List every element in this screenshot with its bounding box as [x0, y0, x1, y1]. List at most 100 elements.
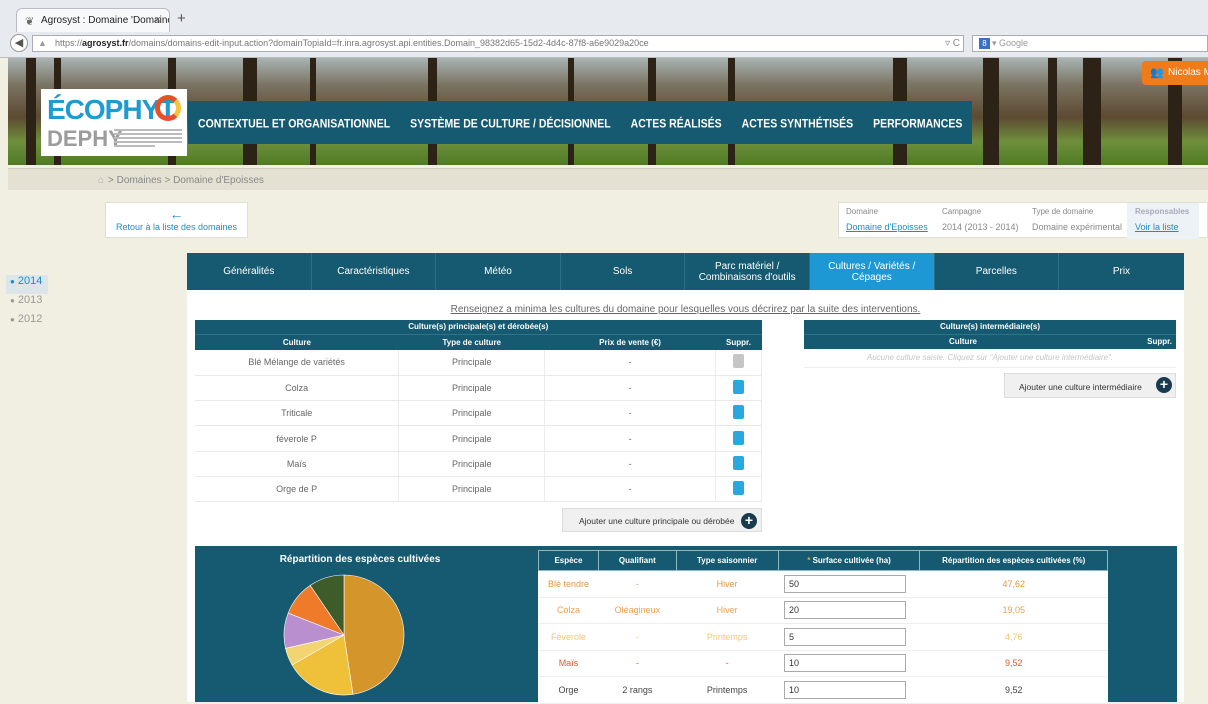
- nav-performances[interactable]: PERFORMANCES: [863, 98, 972, 147]
- trash-icon[interactable]: [733, 455, 744, 470]
- nav-contextuel[interactable]: CONTEXTUEL ET ORGANISATIONNEL: [188, 98, 400, 147]
- info-domaine: Domaine Domaine d'Epoisses: [846, 207, 928, 232]
- species-row: Maïs--9,52: [538, 650, 1108, 677]
- trash-icon[interactable]: [733, 481, 744, 496]
- year-2014[interactable]: ● 2014: [6, 275, 48, 294]
- intermediate-crops-table: Culture(s) intermédiaire(s) Culture Supp…: [804, 320, 1176, 368]
- surface-input[interactable]: [784, 601, 907, 620]
- back-to-list-label: Retour à la liste des domaines: [115, 222, 238, 232]
- crop-culture: Maïs: [195, 451, 400, 477]
- type-value: Domaine expérimental: [1032, 222, 1123, 232]
- back-to-list-button[interactable]: ← Retour à la liste des domaines: [105, 202, 248, 238]
- responsables-link[interactable]: Voir la liste: [1135, 222, 1199, 232]
- tab-close-icon[interactable]: ×: [155, 14, 161, 26]
- crop-row: Triticale Principale -: [195, 400, 762, 427]
- crop-prix: -: [544, 476, 716, 503]
- species-table: Espèce Qualifiant Type saisonnier * Surf…: [538, 550, 1108, 704]
- breadcrumb-bar: ⌂ > Domaines > Domaine d'Epoisses: [8, 168, 1208, 190]
- main-nav: CONTEXTUEL ET ORGANISATIONNEL SYSTÈME DE…: [188, 98, 973, 147]
- nav-actes-synthetises[interactable]: ACTES SYNTHÉTISÉS: [732, 98, 863, 147]
- search-placeholder: Google: [999, 38, 1029, 48]
- species-espece: Maïs: [538, 650, 599, 677]
- tab-parcelles[interactable]: Parcelles: [935, 253, 1060, 290]
- crop-type: Principale: [398, 425, 546, 452]
- trash-icon[interactable]: [733, 405, 744, 420]
- domain-info-panel: Domaine Domaine d'Epoisses Campagne 2014…: [838, 202, 1208, 239]
- domaine-label: Domaine: [846, 207, 879, 216]
- species-percent: 4,76: [919, 623, 1108, 651]
- crop-culture: Triticale: [195, 400, 400, 427]
- crop-delete-cell: [715, 375, 762, 402]
- crop-type: Principale: [398, 400, 546, 427]
- url-host: agrosyst.fr: [82, 38, 129, 48]
- logo-ring-icon: [155, 95, 181, 121]
- tab-cultures[interactable]: Cultures / Variétés / Cépages: [809, 253, 935, 290]
- navigation-bar: ◀ ▲ https://agrosyst.fr/domains/domains-…: [10, 34, 1208, 54]
- species-espece: Colza: [538, 597, 599, 624]
- tab-meteo[interactable]: Météo: [436, 253, 561, 290]
- tab-parc-materiel[interactable]: Parc matériel / Combinaisons d'outils: [685, 253, 810, 290]
- surface-input[interactable]: [784, 627, 907, 646]
- crop-prix: -: [544, 400, 716, 427]
- surface-input[interactable]: [784, 680, 907, 699]
- species-qualifiant: -: [598, 623, 677, 651]
- year-2012[interactable]: ● 2012: [10, 313, 48, 332]
- campaign-year-list: ● 2014 ● 2013 ● 2012: [6, 275, 48, 332]
- col-suppr: Suppr.: [715, 333, 762, 350]
- species-percent: 19,05: [919, 597, 1108, 624]
- main-crops-caption: Culture(s) principale(s) et dérobée(s): [195, 320, 762, 334]
- crop-row: féverole P Principale -: [195, 425, 762, 452]
- species-percent: 9,52: [919, 650, 1108, 677]
- info-type: Type de domaine Domaine expérimental: [1032, 207, 1122, 232]
- plus-circle-icon: +: [741, 513, 757, 529]
- tab-sols[interactable]: Sols: [561, 253, 686, 290]
- crop-culture: féverole P: [195, 425, 400, 452]
- tab-generalites[interactable]: Généralités: [187, 253, 312, 290]
- back-icon[interactable]: ◀: [10, 34, 28, 52]
- breadcrumb-text[interactable]: > Domaines > Domaine d'Epoisses: [108, 175, 264, 186]
- pie-slice: [343, 574, 405, 695]
- url-prefix: https://: [55, 38, 83, 48]
- species-surface-cell: [778, 650, 920, 677]
- species-pie-chart: [283, 574, 405, 696]
- crop-culture: Blé Mélange de variétés: [195, 350, 400, 376]
- col-type: Type de culture: [398, 333, 545, 350]
- surface-input[interactable]: [784, 654, 907, 673]
- campagne-label: Campagne: [942, 207, 982, 216]
- tab-caracteristiques[interactable]: Caractéristiques: [312, 253, 437, 290]
- crop-row: Orge de P Principale -: [195, 476, 762, 503]
- user-menu-button[interactable]: 👥 Nicolas M: [1142, 61, 1208, 85]
- nav-actes-realises[interactable]: ACTES RÉALISÉS: [621, 98, 732, 147]
- url-field[interactable]: ▲ https://agrosyst.fr/domains/domains-ed…: [32, 35, 964, 52]
- tab-prix[interactable]: Prix: [1059, 253, 1184, 290]
- main-crops-table: Culture(s) principale(s) et dérobée(s) C…: [195, 320, 762, 503]
- surface-input[interactable]: [784, 574, 907, 593]
- nav-systeme-culture[interactable]: SYSTÈME DE CULTURE / DÉCISIONNEL: [400, 98, 621, 147]
- home-icon[interactable]: ⌂: [98, 175, 104, 186]
- trash-icon[interactable]: [733, 430, 744, 445]
- species-espece: Féverole: [538, 623, 599, 651]
- new-tab-button[interactable]: +: [177, 11, 186, 26]
- crop-prix: -: [544, 375, 716, 402]
- species-surface-cell: [778, 597, 920, 624]
- search-input[interactable]: 8 ▾ Google: [972, 35, 1208, 52]
- arrow-left-icon: ←: [169, 206, 184, 222]
- col-qualifiant: Qualifiant: [597, 550, 677, 571]
- species-percent: 9,52: [919, 676, 1108, 704]
- add-main-crop-button[interactable]: Ajouter une culture principale ou dérobé…: [562, 508, 762, 532]
- reload-icon[interactable]: ▿ C: [945, 38, 960, 49]
- add-intermediate-crop-button[interactable]: Ajouter une culture intermédiaire +: [1004, 373, 1176, 398]
- intermediate-empty-message: Aucune culture saisie. Cliquez sur "Ajou…: [804, 349, 1176, 368]
- species-percent: 47,62: [919, 570, 1108, 598]
- species-surface-cell: [778, 623, 920, 651]
- year-2013[interactable]: ● 2013: [10, 294, 48, 313]
- trash-icon[interactable]: [733, 379, 744, 394]
- domain-edit-content: Généralités Caractéristiques Météo Sols …: [187, 253, 1184, 704]
- crop-delete-cell: [715, 350, 762, 376]
- domaine-link[interactable]: Domaine d'Epoisses: [846, 222, 928, 232]
- lock-icon: ▲: [38, 38, 47, 48]
- species-row: Blé tendre-Hiver 47,62: [538, 570, 1108, 598]
- ecophyto-logo[interactable]: ÉCOPHYT DEPHY: [41, 89, 187, 156]
- browser-tab[interactable]: ❦ Agrosyst : Domaine 'Domaine ... ×: [16, 8, 170, 32]
- crop-row: Blé Mélange de variétés Principale -: [195, 350, 762, 376]
